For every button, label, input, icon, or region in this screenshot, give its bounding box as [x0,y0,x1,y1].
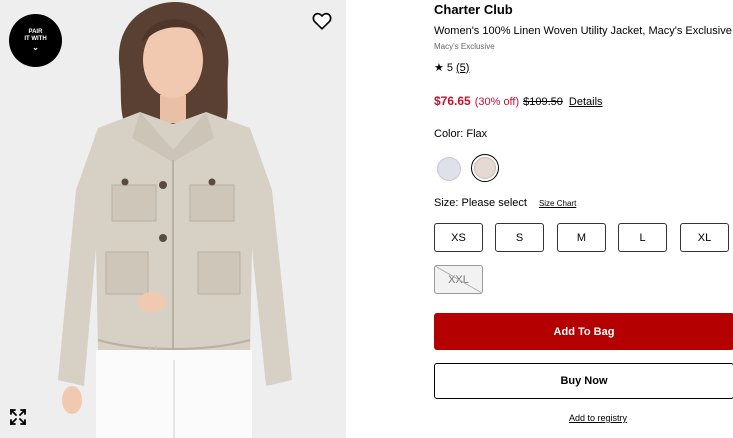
add-to-bag-button[interactable]: Add To Bag [434,313,733,350]
product-photo [0,0,346,438]
exclusive-label: Macy's Exclusive [434,42,495,51]
size-label: Size: Please select [434,197,527,209]
star-icon: ★ [434,62,444,74]
color-swatch-light-blue[interactable] [437,157,461,181]
price-row: $76.65 (30% off) $109.50 Details [434,94,603,108]
buy-now-button[interactable]: Buy Now [434,363,733,399]
original-price: $109.50 [523,96,563,108]
price-details-link[interactable]: Details [569,96,603,108]
chevron-down-icon: ⌄ [32,43,39,52]
size-chart-link[interactable]: Size Chart [539,199,576,208]
rating-value: 5 [446,61,453,74]
size-option-m[interactable]: M [557,223,606,252]
discount-percent: (30% off) [474,96,520,108]
size-option-xxl[interactable]: XXL [434,265,483,294]
size-option-s[interactable]: S [495,223,544,252]
heart-icon [312,12,332,30]
add-to-registry-link[interactable]: Add to registry [569,413,627,423]
favorite-button[interactable] [311,10,333,32]
pair-it-with-badge[interactable]: PAIR IT WITH ⌄ [9,14,62,67]
sale-price: $76.65 [434,94,471,108]
size-option-xs[interactable]: XS [434,223,483,252]
pair-label-line1: PAIR [28,29,43,35]
size-option-xl[interactable]: XL [680,223,729,252]
product-title: Women's 100% Linen Woven Utility Jacket,… [434,25,732,37]
size-row: Size: Please select Size Chart [434,197,576,209]
size-option-l[interactable]: L [618,223,667,252]
brand-link[interactable]: Charter Club [434,2,513,17]
product-image[interactable]: PAIR IT WITH ⌄ [0,0,346,438]
expand-icon [10,409,26,425]
expand-image-button[interactable] [8,407,28,427]
pair-label-line2: IT WITH [24,36,47,42]
color-swatch-flax[interactable] [474,157,496,179]
color-label: Color: Flax [434,128,488,140]
unavailable-slash [435,266,482,293]
rating[interactable]: ★ 5 (5) [434,61,469,75]
review-count-link[interactable]: (5) [456,62,469,74]
